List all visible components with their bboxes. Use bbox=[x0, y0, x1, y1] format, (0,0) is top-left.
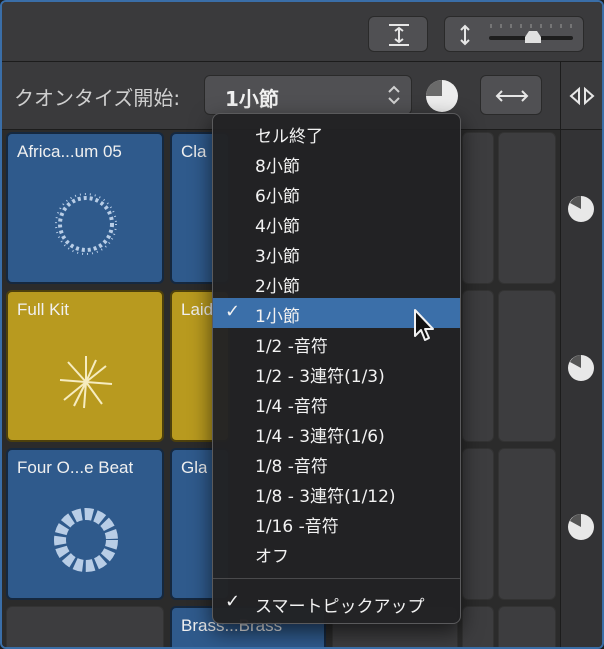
live-loops-window: クオンタイズ開始: 1小節 Africa...um 05 Cla Full Ki… bbox=[0, 0, 604, 649]
empty-slot[interactable] bbox=[462, 132, 494, 284]
top-toolbar bbox=[2, 2, 602, 62]
menu-item-smart-pickup[interactable]: ✓ スマートピックアップ bbox=[213, 588, 460, 618]
collapse-header[interactable] bbox=[561, 62, 602, 130]
menu-item[interactable]: 8小節 bbox=[213, 148, 460, 178]
empty-slot[interactable] bbox=[462, 606, 494, 647]
menu-item[interactable]: 4小節 bbox=[213, 208, 460, 238]
horizontal-stretch-button[interactable] bbox=[480, 75, 542, 115]
right-column bbox=[560, 62, 602, 647]
horizontal-stretch-icon bbox=[495, 90, 529, 102]
menu-item[interactable]: 1/8 -音符 bbox=[213, 448, 460, 478]
menu-item[interactable]: 1/4 -音符 bbox=[213, 388, 460, 418]
waveform-icon bbox=[55, 193, 117, 255]
menu-item[interactable]: 1/8 - 3連符(1/12) bbox=[213, 478, 460, 508]
cell-title: Full Kit bbox=[17, 300, 69, 319]
empty-slot[interactable] bbox=[498, 290, 556, 442]
empty-slot[interactable] bbox=[498, 606, 556, 647]
menu-item[interactable]: オフ bbox=[213, 538, 460, 568]
empty-slot[interactable] bbox=[498, 132, 556, 284]
scene-knob-2[interactable] bbox=[567, 354, 595, 382]
cell-four-on-the-floor[interactable]: Four O...e Beat bbox=[6, 448, 164, 600]
cell-title: Four O...e Beat bbox=[17, 458, 134, 477]
fit-height-button[interactable] bbox=[368, 16, 428, 52]
menu-item[interactable]: 1/16 -音符 bbox=[213, 508, 460, 538]
menu-item[interactable]: 6小節 bbox=[213, 178, 460, 208]
cell-title: Gla bbox=[181, 458, 208, 477]
waveform-icon bbox=[59, 356, 113, 409]
quantize-pie-icon[interactable] bbox=[424, 78, 460, 114]
quantize-start-popup[interactable]: 1小節 bbox=[204, 75, 412, 115]
quantize-start-menu: セル終了 8小節 6小節 4小節 3小節 2小節 ✓ 1小節 1/2 -音符 1… bbox=[212, 113, 461, 624]
checkmark-icon: ✓ bbox=[225, 301, 241, 322]
cell-full-kit[interactable]: Full Kit bbox=[6, 290, 164, 442]
popup-arrows-icon bbox=[388, 85, 400, 105]
menu-item[interactable]: セル終了 bbox=[213, 118, 460, 148]
cell-title: Laid bbox=[181, 300, 214, 319]
fit-height-icon bbox=[389, 24, 409, 46]
empty-slot[interactable] bbox=[6, 606, 164, 647]
menu-separator bbox=[213, 578, 460, 579]
cell-title: Africa...um 05 bbox=[17, 142, 122, 161]
mouse-pointer-icon bbox=[414, 309, 434, 341]
menu-item[interactable]: 1/4 - 3連符(1/6) bbox=[213, 418, 460, 448]
empty-slot[interactable] bbox=[462, 290, 494, 442]
waveform-icon bbox=[54, 508, 118, 572]
empty-slot[interactable] bbox=[498, 448, 556, 600]
empty-slot[interactable] bbox=[462, 448, 494, 600]
scene-knob-3[interactable] bbox=[567, 513, 595, 541]
vertical-zoom-control[interactable] bbox=[444, 16, 584, 52]
cell-africa[interactable]: Africa...um 05 bbox=[6, 132, 164, 284]
cell-title: Cla bbox=[181, 142, 207, 161]
quantize-start-value: 1小節 bbox=[225, 87, 279, 111]
menu-item[interactable]: 1/2 - 3連符(1/3) bbox=[213, 358, 460, 388]
vertical-zoom-icon bbox=[460, 24, 573, 46]
checkmark-icon: ✓ bbox=[225, 591, 241, 612]
quantize-start-label: クオンタイズ開始: bbox=[14, 86, 181, 110]
menu-item[interactable]: 2小節 bbox=[213, 268, 460, 298]
scene-knob-1[interactable] bbox=[567, 195, 595, 223]
menu-item[interactable]: 3小節 bbox=[213, 238, 460, 268]
collapse-arrows-icon bbox=[569, 86, 595, 106]
